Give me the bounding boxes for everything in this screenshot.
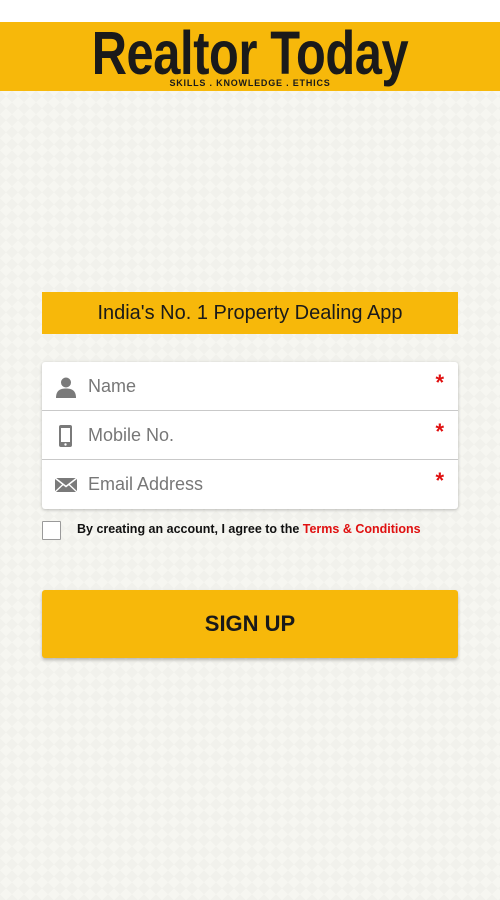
- sign-up-button[interactable]: SIGN UP: [42, 590, 458, 658]
- required-asterisk: *: [435, 468, 444, 493]
- terms-text-block: By creating an account, I agree to the T…: [77, 522, 421, 536]
- terms-and-conditions-link[interactable]: Terms & Conditions: [303, 522, 421, 536]
- app-header: Realtor Today SKILLS . KNOWLEDGE . ETHIC…: [0, 22, 500, 91]
- required-asterisk: *: [435, 370, 444, 395]
- required-asterisk: *: [435, 419, 444, 444]
- terms-checkbox[interactable]: [42, 521, 61, 540]
- mobile-input[interactable]: [88, 417, 418, 453]
- promo-banner: India's No. 1 Property Dealing App: [42, 292, 458, 334]
- signup-form: * * *: [42, 362, 458, 509]
- envelope-icon: [54, 473, 78, 497]
- terms-label: By creating an account, I agree to the: [77, 522, 303, 536]
- app-tagline: SKILLS . KNOWLEDGE . ETHICS: [169, 78, 331, 88]
- name-field-row: *: [42, 362, 458, 411]
- person-icon: [54, 375, 78, 399]
- name-input[interactable]: [88, 368, 418, 404]
- mobile-field-row: *: [42, 411, 458, 460]
- email-input[interactable]: [88, 466, 418, 502]
- email-field-row: *: [42, 460, 458, 509]
- mobile-phone-icon: [54, 424, 78, 448]
- terms-row: By creating an account, I agree to the T…: [42, 520, 462, 542]
- app-logo: Realtor Today: [91, 19, 409, 87]
